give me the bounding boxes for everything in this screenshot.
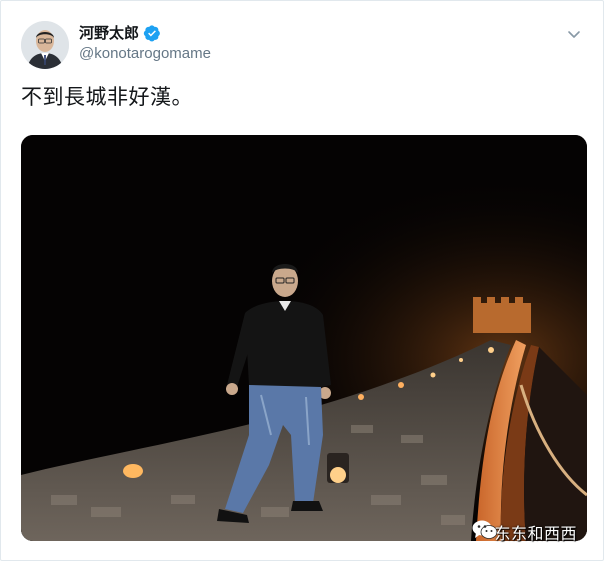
tweet-text: 不到長城非好漢。 [21,85,193,109]
display-name-row: 河野太郎 [79,23,211,43]
avatar-image [21,21,69,69]
verified-badge-icon [143,24,161,42]
author-handle[interactable]: @konotarogomame [79,44,211,64]
tweet-header: 河野太郎 @konotarogomame [21,21,583,73]
great-wall-night-photo [21,135,587,541]
watermark-text: 东东和西西 [494,524,577,543]
tweet-media-photo[interactable] [21,135,587,541]
display-name[interactable]: 河野太郎 [79,23,139,43]
chevron-down-icon[interactable] [565,25,583,43]
avatar[interactable] [21,21,69,69]
tweet-card: 河野太郎 @konotarogomame 不到長城非好漢。 东东和西西 [0,0,604,561]
author-block: 河野太郎 @konotarogomame [79,23,211,64]
